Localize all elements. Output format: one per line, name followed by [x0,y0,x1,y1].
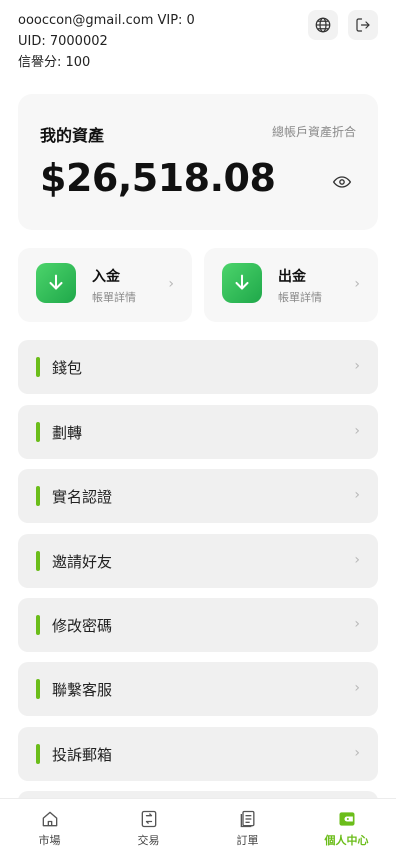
menu-item-verification[interactable]: 實名認證 › [18,469,378,523]
tab-profile[interactable]: 個人中心 [297,799,396,858]
withdraw-card[interactable]: 出金 帳單詳情 › [204,248,378,322]
chevron-right-icon: › [354,276,360,292]
logout-icon [356,18,370,32]
download-icon [36,263,76,303]
user-credit: 信譽分: 100 [18,55,91,70]
chevron-right-icon: › [168,276,174,292]
chevron-right-icon: › [354,487,360,503]
menu-item-label: 實名認證 [52,488,113,506]
tab-label: 交易 [137,834,160,847]
menu-item-support[interactable]: 聯繫客服 › [18,662,378,716]
tab-label: 訂單 [236,834,259,847]
swap-icon [141,810,156,828]
asset-card: 我的資產 總帳戶資產折合 $26,518.08 [18,94,378,230]
menu-item-label: 錢包 [52,359,83,377]
menu-item-label: 邀請好友 [52,553,113,571]
download-icon [222,263,262,303]
withdraw-title: 出金 [278,269,306,285]
menu-item-change-password[interactable]: 修改密碼 › [18,598,378,652]
chevron-right-icon: › [354,552,360,568]
user-header: oooccon@gmail.com VIP: 0 UID: 7000002 信譽… [18,10,378,72]
globe-icon [315,17,331,33]
menu-item-label: 劃轉 [52,424,83,442]
home-icon [42,811,57,827]
chevron-right-icon: › [354,358,360,374]
withdraw-subtitle: 帳單詳情 [278,291,322,304]
wallet-icon [339,812,354,826]
tab-trade[interactable]: 交易 [99,799,198,858]
document-icon [240,810,254,828]
logout-button[interactable] [348,10,378,40]
asset-subtitle: 總帳戶資產折合 [271,125,356,139]
tab-label: 市場 [38,834,61,847]
bottom-tab-bar: 市場 交易 訂單 個人中心 [0,798,396,858]
asset-value: $26,518.08 [40,156,276,200]
menu-item-label: 聯繫客服 [52,681,113,699]
tab-orders[interactable]: 訂單 [198,799,297,858]
chevron-right-icon: › [354,616,360,632]
eye-icon [332,176,352,188]
deposit-title: 入金 [92,269,120,285]
toggle-visibility-button[interactable] [332,172,352,196]
tab-market[interactable]: 市場 [0,799,99,858]
chevron-right-icon: › [354,745,360,761]
menu-item-complaint-email[interactable]: 投訴郵箱 › [18,727,378,781]
menu-item-label: 投訴郵箱 [52,746,113,764]
menu-item-label: 修改密碼 [52,617,113,635]
chevron-right-icon: › [354,423,360,439]
menu-item-transfer[interactable]: 劃轉 › [18,405,378,459]
menu-item-wallet[interactable]: 錢包 › [18,340,378,394]
tab-label: 個人中心 [324,834,369,847]
deposit-card[interactable]: 入金 帳單詳情 › [18,248,192,322]
menu-item-invite[interactable]: 邀請好友 › [18,534,378,588]
asset-title: 我的資產 [40,126,105,145]
language-button[interactable] [308,10,338,40]
deposit-subtitle: 帳單詳情 [92,291,136,304]
chevron-right-icon: › [354,680,360,696]
